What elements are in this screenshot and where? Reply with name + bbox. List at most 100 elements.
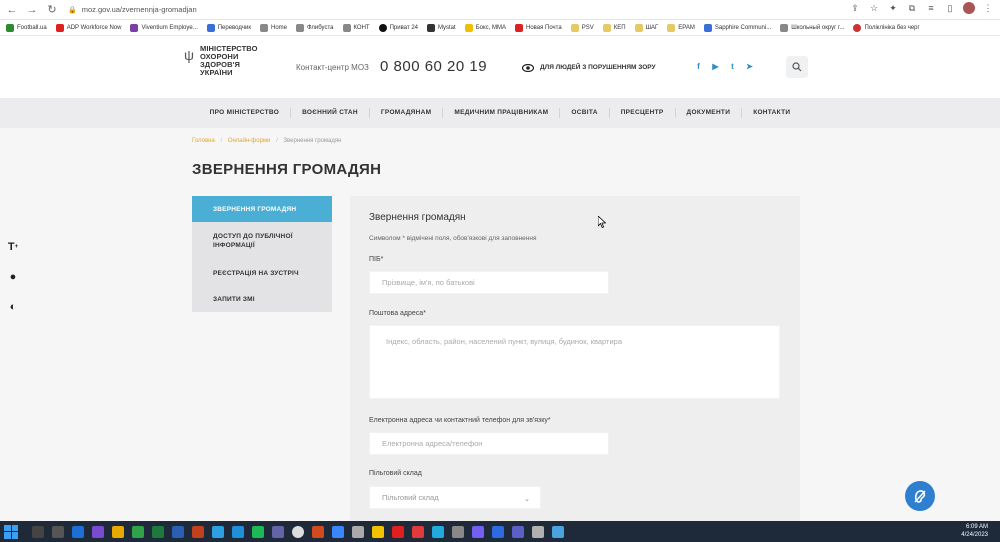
contrast-icon[interactable]: ◐ xyxy=(4,298,22,316)
nav-item-medical-workers[interactable]: МЕДИЧНИМ ПРАЦІВНИКАМ xyxy=(443,108,561,118)
mouse-cursor-icon xyxy=(598,216,606,228)
twitter-icon[interactable]: t xyxy=(728,62,737,71)
color-drop-icon[interactable]: ● xyxy=(4,268,22,286)
bookmark-item[interactable]: Home xyxy=(260,23,287,32)
bookmark-item[interactable]: EPAM xyxy=(667,23,695,32)
bookmark-item[interactable]: Приват 24 xyxy=(378,23,418,32)
os-taskbar: 6:09 AM 4/24/2023 xyxy=(0,521,1000,542)
bookmark-item[interactable]: Viventium Employe... xyxy=(130,23,198,32)
chrome-icon[interactable] xyxy=(292,525,304,538)
taskbar-app-icon[interactable] xyxy=(372,525,384,538)
bookmark-item[interactable]: КОНТ xyxy=(342,23,370,32)
taskbar-app-icon[interactable] xyxy=(492,525,504,538)
bookmark-item[interactable]: КЕП xyxy=(602,23,626,32)
contact-placeholder: Електронна адреса/телефон xyxy=(382,439,483,448)
name-field[interactable]: Прізвище, ім'я, по батькові xyxy=(369,271,609,294)
star-icon[interactable]: ☆ xyxy=(868,3,880,14)
clock-date: 4/24/2023 xyxy=(961,532,988,538)
sidebar-icon[interactable]: ▯ xyxy=(944,3,956,14)
viber-icon[interactable] xyxy=(472,525,484,538)
taskbar-app-icon[interactable] xyxy=(452,525,464,538)
word-icon[interactable] xyxy=(172,525,184,538)
trident-icon: ψ xyxy=(184,47,194,63)
taskbar-app-icon[interactable] xyxy=(412,525,424,538)
share-icon[interactable]: ⇪ xyxy=(849,3,861,14)
bookmark-item[interactable]: Бокс, MMA xyxy=(464,23,506,32)
breadcrumb: Головна / Онлайн-форми / Звернення грома… xyxy=(192,138,341,144)
edge-icon[interactable] xyxy=(232,525,244,538)
extension-icon[interactable]: ✦ xyxy=(887,3,899,14)
lock-icon: 🔒 xyxy=(68,6,77,14)
system-clock[interactable]: 6:09 AM 4/24/2023 xyxy=(961,523,988,539)
nav-item-documents[interactable]: ДОКУМЕНТИ xyxy=(676,108,743,118)
taskbar-app-icon[interactable] xyxy=(512,525,524,538)
powerpoint-icon[interactable] xyxy=(192,525,204,538)
address-bar[interactable]: 🔒 moz.gov.ua/zvernennja-gromadjan xyxy=(68,3,848,17)
breadcrumb-section[interactable]: Онлайн-форми xyxy=(228,138,271,144)
form-title: Звернення громадян xyxy=(369,212,466,223)
side-menu-item-meeting[interactable]: РЕЄСТРАЦІЯ НА ЗУСТРІЧ xyxy=(192,260,332,286)
profile-avatar[interactable] xyxy=(963,2,975,14)
side-menu-item-media[interactable]: ЗАПИТИ ЗМІ xyxy=(192,286,332,312)
pdf-icon[interactable] xyxy=(392,525,404,538)
side-menu-item-appeals[interactable]: ЗВЕРНЕННЯ ГРОМАДЯН xyxy=(192,196,332,222)
vision-impaired-link[interactable]: ДЛЯ ЛЮДЕЙ З ПОРУШЕННЯМ ЗОРУ xyxy=(540,64,656,71)
page-title: ЗВЕРНЕННЯ ГРОМАДЯН xyxy=(192,161,382,178)
chevron-down-icon: ⌄ xyxy=(524,496,530,503)
taskbar-app-icon[interactable] xyxy=(312,525,324,538)
back-icon[interactable]: ← xyxy=(4,2,20,18)
taskbar-app-icon[interactable] xyxy=(92,525,104,538)
bookmark-item[interactable]: Школьный округ г... xyxy=(780,23,844,32)
search-taskbar-icon[interactable] xyxy=(32,525,44,538)
bookmark-item[interactable]: ШАГ xyxy=(634,23,658,32)
bookmark-item[interactable]: Новая Почта xyxy=(515,23,562,32)
nav-item-press-center[interactable]: ПРЕСЦЕНТР xyxy=(610,108,676,118)
taskbar-app-icon[interactable] xyxy=(552,525,564,538)
taskbar-app-icon[interactable] xyxy=(532,525,544,538)
menu-icon[interactable]: ⋮ xyxy=(982,3,994,14)
phone-number[interactable]: 0 800 60 20 19 xyxy=(380,58,487,75)
bookmark-item[interactable]: Поліклініка без черг xyxy=(853,23,920,32)
bookmark-item[interactable]: Football.ua xyxy=(6,23,47,32)
taskbar-app-icon[interactable] xyxy=(332,525,344,538)
excel-icon[interactable] xyxy=(152,525,164,538)
taskbar-app-icon[interactable] xyxy=(132,525,144,538)
hearing-assist-button[interactable] xyxy=(905,481,935,511)
address-field[interactable]: Індекс, область, район, населений пункт,… xyxy=(369,325,780,399)
taskbar-app-icon[interactable] xyxy=(352,525,364,538)
benefit-select[interactable]: Пільговий склад ⌄ xyxy=(369,486,541,509)
forward-icon[interactable]: → xyxy=(24,2,40,18)
teams-icon[interactable] xyxy=(272,525,284,538)
windows-start-icon[interactable] xyxy=(4,524,18,539)
bookmark-item[interactable]: Sapphire Communi... xyxy=(703,23,771,32)
file-explorer-icon[interactable] xyxy=(112,525,124,538)
bookmark-item[interactable]: Переводчик xyxy=(206,23,251,32)
bookmark-item[interactable]: ADP Workforce Now xyxy=(55,23,121,32)
bookmark-item[interactable]: PSV xyxy=(570,23,594,32)
reload-icon[interactable]: ↻ xyxy=(44,2,60,18)
taskbar-app-icon[interactable] xyxy=(72,525,84,538)
url-text: moz.gov.ua/zvernennja-gromadjan xyxy=(81,5,197,14)
telegram-taskbar-icon[interactable] xyxy=(212,525,224,538)
nav-item-education[interactable]: ОСВІТА xyxy=(560,108,610,118)
playlist-icon[interactable]: ≡ xyxy=(925,3,937,13)
facebook-icon[interactable]: f xyxy=(694,62,703,71)
bookmark-item[interactable]: Mystat xyxy=(427,23,456,32)
taskbar-app-icon[interactable] xyxy=(432,525,444,538)
ministry-logo[interactable]: ψ МІНІСТЕРСТВО ОХОРОНИ ЗДОРОВ'Я УКРАЇНИ xyxy=(184,45,260,77)
telegram-icon[interactable]: ➤ xyxy=(745,62,754,71)
nav-item-about[interactable]: ПРО МІНІСТЕРСТВО xyxy=(199,108,292,118)
puzzle-icon[interactable]: ⧉ xyxy=(906,3,918,14)
youtube-icon[interactable]: ▶ xyxy=(711,62,720,71)
side-menu-item-public-info[interactable]: ДОСТУП ДО ПУБЛІЧНОЇ ІНФОРМАЦІЇ xyxy=(192,222,332,260)
spotify-icon[interactable] xyxy=(252,525,264,538)
nav-item-martial-law[interactable]: ВОЄННИЙ СТАН xyxy=(291,108,370,118)
nav-item-citizens[interactable]: ГРОМАДЯНАМ xyxy=(370,108,444,118)
font-size-icon[interactable]: T + xyxy=(4,238,22,256)
search-button[interactable] xyxy=(786,56,808,78)
contact-field[interactable]: Електронна адреса/телефон xyxy=(369,432,609,455)
task-view-icon[interactable] xyxy=(52,525,64,538)
bookmark-item[interactable]: Флибуста xyxy=(296,23,334,32)
nav-item-contacts[interactable]: КОНТАКТИ xyxy=(742,108,801,118)
breadcrumb-home[interactable]: Головна xyxy=(192,138,215,144)
